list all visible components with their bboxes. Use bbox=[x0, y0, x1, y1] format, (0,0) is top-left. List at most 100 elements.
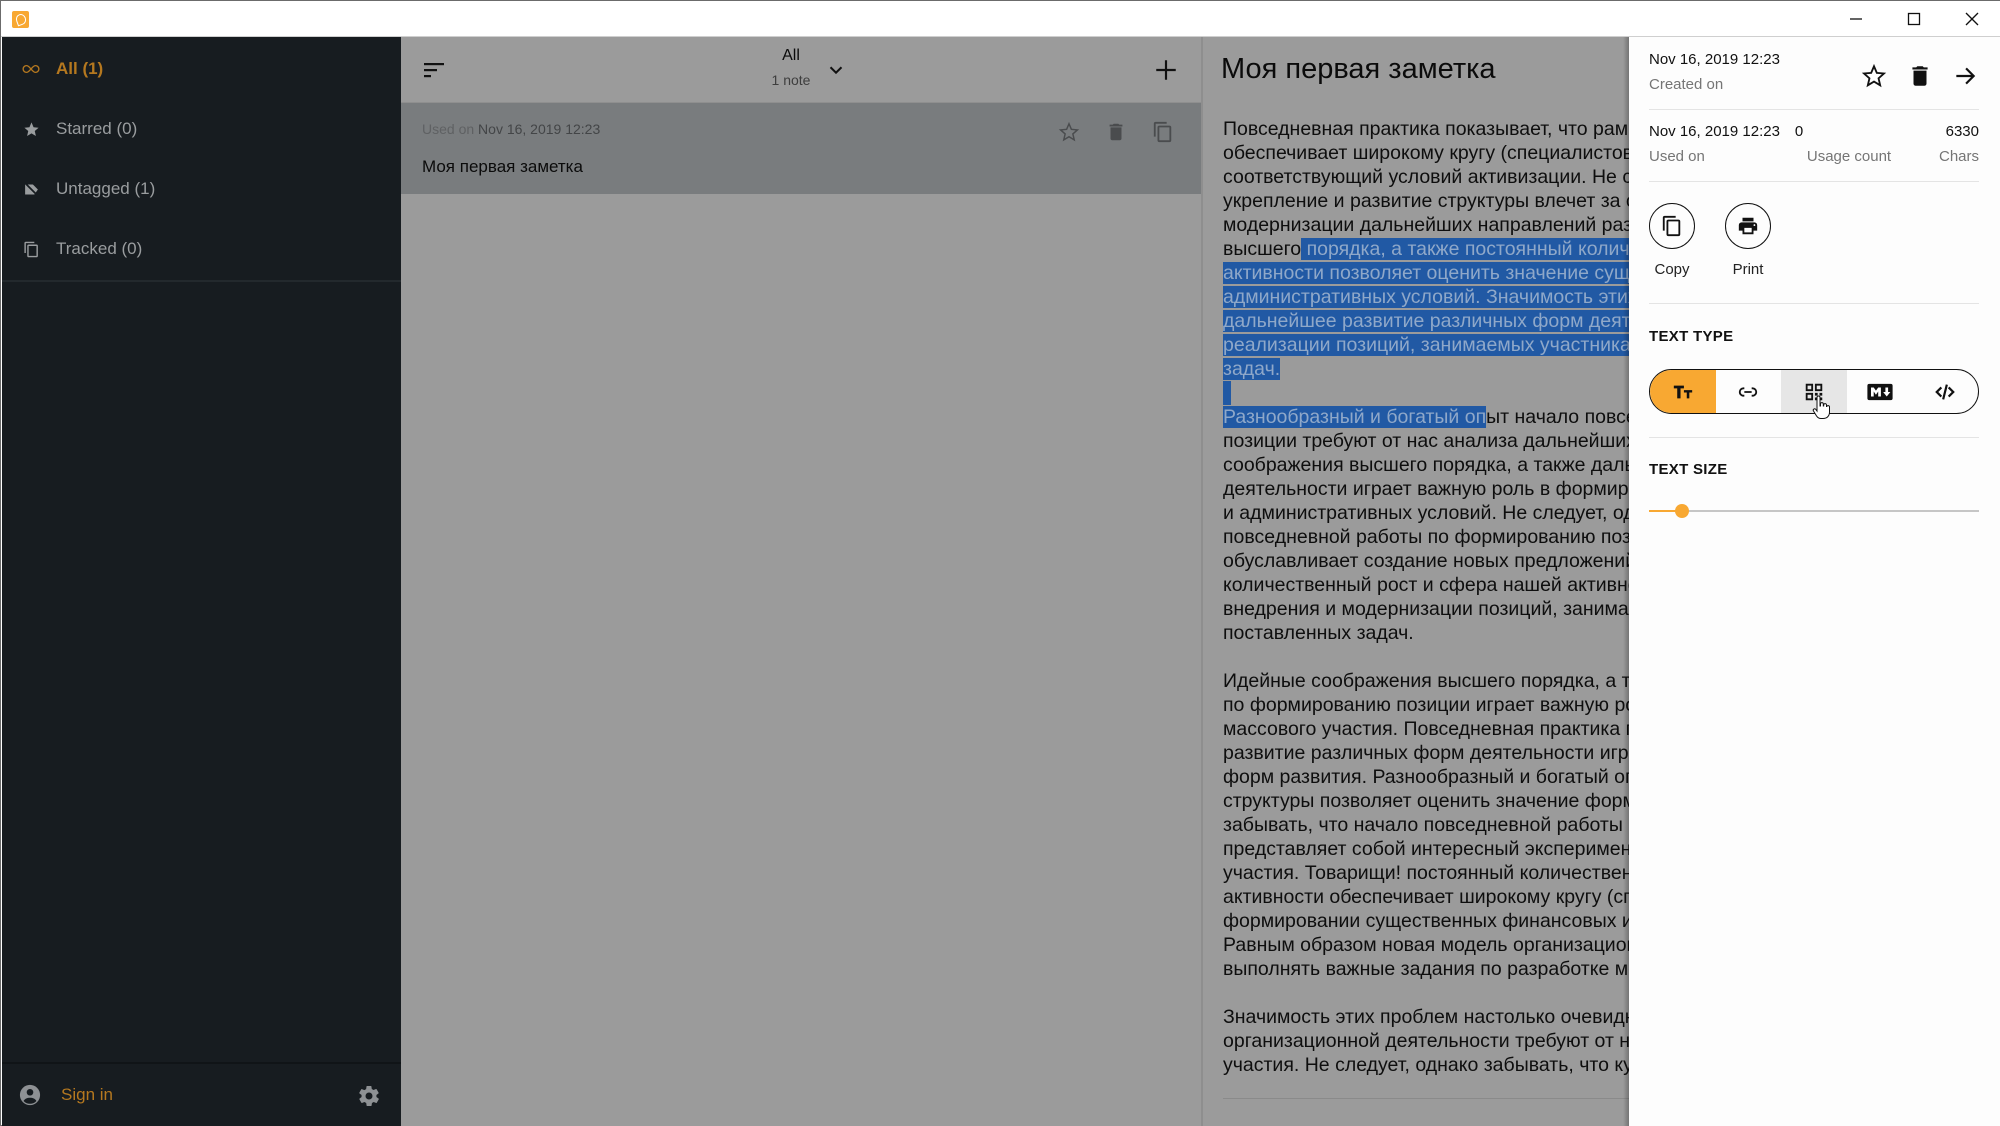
divider bbox=[1649, 181, 1979, 182]
divider bbox=[1649, 303, 1979, 304]
editor-text-line: и административных условий. Не следует, … bbox=[1223, 502, 1629, 524]
note-list-item[interactable]: Used on Nov 16, 2019 12:23 Моя первая за… bbox=[401, 103, 1201, 194]
sidebar-item-label: All (1) bbox=[56, 59, 104, 78]
text-format-icon bbox=[1673, 385, 1692, 398]
editor-text-line: массового участия. Повседневная практика… bbox=[1223, 718, 1629, 740]
editor-text-line: Равным образом новая модель организацион… bbox=[1223, 934, 1629, 956]
selected-text: задач. bbox=[1223, 358, 1281, 380]
divider bbox=[1649, 437, 1979, 438]
code-icon bbox=[1935, 383, 1955, 400]
print-button[interactable] bbox=[1725, 203, 1771, 249]
sidebar-item-tracked[interactable]: Tracked (0) bbox=[2, 219, 401, 279]
star-outline-icon[interactable] bbox=[1861, 63, 1887, 89]
sidebar-footer: Sign in bbox=[2, 1062, 401, 1126]
selected-text: реализации позиций, занимаемых участника… bbox=[1223, 334, 1629, 356]
star-icon bbox=[22, 120, 40, 138]
markdown-icon bbox=[1866, 383, 1893, 400]
editor-text-line: участия. Товарищи! постоянный количестве… bbox=[1223, 862, 1629, 884]
editor-text-line: формировании существенных финансовых и а… bbox=[1223, 910, 1629, 932]
editor-text-line: форм развития. Разнообразный и богатый о… bbox=[1223, 766, 1629, 788]
trash-icon[interactable] bbox=[1907, 63, 1933, 89]
chars-label: Chars bbox=[1938, 148, 1979, 165]
trash-icon[interactable] bbox=[1105, 121, 1127, 143]
star-outline-icon[interactable] bbox=[1058, 121, 1080, 143]
copy-icon bbox=[1662, 215, 1681, 237]
text-size-slider[interactable] bbox=[1649, 501, 1979, 521]
app-logo-icon bbox=[12, 11, 29, 28]
close-button[interactable] bbox=[1943, 1, 2000, 37]
editor-text-line: административных условий. Значимость эти… bbox=[1223, 285, 1629, 309]
selected-text: активности позволяет оценить значение су… bbox=[1223, 262, 1629, 284]
note-meta-label: Used on bbox=[422, 121, 475, 137]
editor-text-line: модернизации дальнейших направлений разв… bbox=[1223, 214, 1629, 236]
editor-text-line: Повседневная практика показывает, что ра… bbox=[1223, 118, 1629, 140]
text-type-markdown-button[interactable] bbox=[1847, 370, 1913, 413]
text-type-text-button[interactable] bbox=[1650, 370, 1716, 413]
note-meta-date: Nov 16, 2019 12:23 bbox=[478, 121, 601, 137]
sidebar-item-starred[interactable]: Starred (0) bbox=[2, 99, 401, 159]
sort-icon[interactable] bbox=[423, 59, 447, 81]
editor-text-line: соответствующий условий активизации. Не … bbox=[1223, 166, 1629, 188]
text-type-title: TEXT TYPE bbox=[1649, 328, 1734, 345]
editor-text-line: повседневной работы по формированию пози… bbox=[1223, 526, 1629, 548]
add-note-button[interactable] bbox=[1153, 57, 1179, 83]
sidebar-item-label: Tracked (0) bbox=[56, 239, 143, 258]
editor-text-line: соображения высшего порядка, а также дал… bbox=[1223, 454, 1629, 476]
selected-text: дальнейшее развитие различных форм деяте… bbox=[1223, 310, 1629, 332]
note-editor-title[interactable]: Моя первая заметка bbox=[1221, 53, 1496, 86]
divider bbox=[1649, 109, 1979, 110]
selected-text: административных условий. Значимость эти… bbox=[1223, 286, 1629, 308]
print-icon bbox=[1738, 217, 1758, 235]
note-list-header: All 1 note bbox=[401, 37, 1201, 103]
paragraph-gap bbox=[1223, 381, 1629, 405]
note-details-drawer: Nov 16, 2019 12:23 Created on Nov 16, 20… bbox=[1629, 37, 2000, 1126]
sign-in-link[interactable]: Sign in bbox=[61, 1085, 113, 1105]
copy-icon[interactable] bbox=[1152, 121, 1174, 143]
text-type-link-button[interactable] bbox=[1716, 370, 1782, 413]
arrow-right-icon[interactable] bbox=[1952, 63, 1978, 89]
sidebar-item-all[interactable]: All (1) bbox=[2, 39, 401, 99]
editor-text-line: активности позволяет оценить значение су… bbox=[1223, 261, 1629, 285]
editor-text-line: задач. bbox=[1223, 357, 1629, 381]
slider-thumb[interactable] bbox=[1675, 504, 1689, 518]
editor-text-line: обеспечивает широкому кругу (специалисто… bbox=[1223, 142, 1629, 164]
editor-text-line: высшего порядка, а также постоянный коли… bbox=[1223, 237, 1629, 261]
chevron-down-icon[interactable] bbox=[825, 59, 847, 81]
slider-track bbox=[1649, 510, 1979, 512]
sidebar-item-label: Starred (0) bbox=[56, 119, 138, 138]
text-type-code-button[interactable] bbox=[1912, 370, 1978, 413]
maximize-button[interactable] bbox=[1885, 1, 1943, 37]
note-editor[interactable]: Моя первая заметка Повседневная практика… bbox=[1201, 37, 1629, 1126]
sidebar: All (1) Starred (0) Untagged (1) Tracked… bbox=[2, 37, 401, 1126]
note-meta: Used on Nov 16, 2019 12:23 bbox=[422, 121, 600, 137]
chars-value: 6330 bbox=[1945, 123, 1979, 140]
editor-text-line: количественный рост и сфера нашей активн… bbox=[1223, 574, 1629, 596]
copy-label: Copy bbox=[1654, 261, 1690, 278]
editor-text-line: укрепление и развитие структуры влечет з… bbox=[1223, 190, 1629, 212]
editor-text-line: поставленных задач. bbox=[1223, 622, 1414, 644]
note-list-panel: All 1 note Used on Nov 16, 2019 12:23 Мо… bbox=[401, 37, 1201, 1126]
editor-text-line: Значимость этих проблем настолько очевид… bbox=[1223, 1006, 1629, 1028]
selection-highlight bbox=[1223, 381, 1231, 405]
title-bar bbox=[1, 1, 2000, 37]
link-icon bbox=[1739, 386, 1758, 397]
editor-text-line: дальнейшее развитие различных форм деяте… bbox=[1223, 309, 1629, 333]
gear-icon[interactable] bbox=[357, 1084, 381, 1108]
editor-text-line: Разнообразный и богатый опыт начало повс… bbox=[1223, 406, 1629, 428]
copy-button[interactable] bbox=[1649, 203, 1695, 249]
tag-off-icon bbox=[22, 180, 40, 198]
minimize-button[interactable] bbox=[1827, 1, 1885, 37]
sidebar-item-untagged[interactable]: Untagged (1) bbox=[2, 159, 401, 219]
editor-text-line: деятельности играет важную роль в формир… bbox=[1223, 478, 1629, 500]
app-window: All (1) Starred (0) Untagged (1) Tracked… bbox=[0, 0, 2000, 1126]
text-size-title: TEXT SIZE bbox=[1649, 461, 1728, 478]
editor-text-line: обуславливает создание новых предложений… bbox=[1223, 550, 1629, 572]
account-circle-icon bbox=[19, 1084, 41, 1106]
editor-text-line: структуры позволяет оценить значение фор… bbox=[1223, 790, 1629, 812]
note-editor-body[interactable]: Повседневная практика показывает, что ра… bbox=[1223, 117, 1629, 1099]
maximize-icon bbox=[1907, 12, 1921, 26]
sidebar-item-label: Untagged (1) bbox=[56, 179, 156, 198]
infinity-icon bbox=[22, 60, 40, 78]
hand-cursor-icon bbox=[1812, 395, 1830, 419]
